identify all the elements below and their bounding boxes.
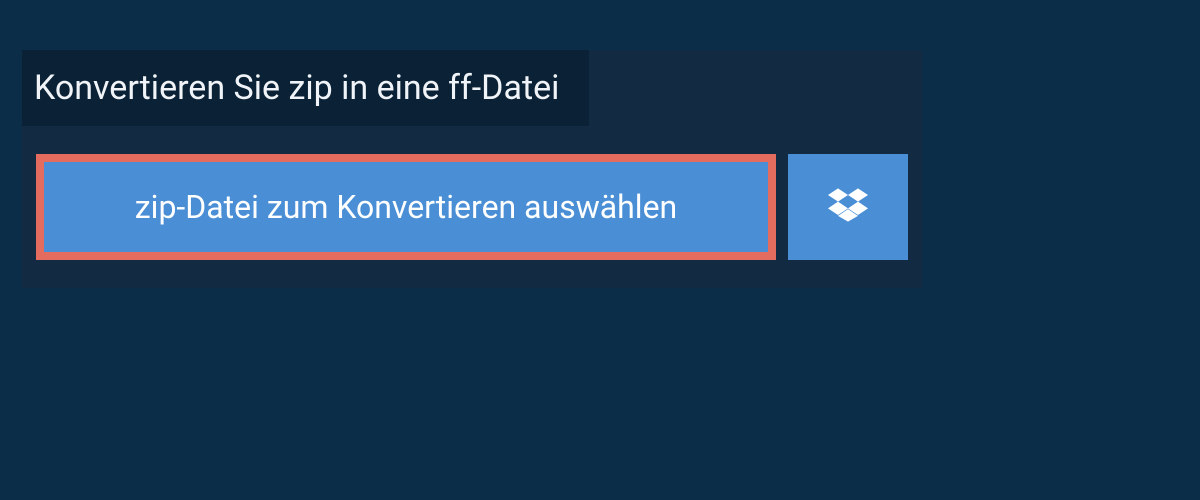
dropbox-icon bbox=[828, 185, 868, 229]
panel-title: Konvertieren Sie zip in eine ff-Datei bbox=[22, 50, 589, 126]
converter-panel: Konvertieren Sie zip in eine ff-Datei zi… bbox=[22, 50, 922, 288]
dropbox-button[interactable] bbox=[788, 154, 908, 260]
select-file-button[interactable]: zip-Datei zum Konvertieren auswählen bbox=[36, 154, 776, 260]
select-file-button-label: zip-Datei zum Konvertieren auswählen bbox=[135, 188, 677, 226]
panel-body: zip-Datei zum Konvertieren auswählen bbox=[22, 126, 922, 288]
